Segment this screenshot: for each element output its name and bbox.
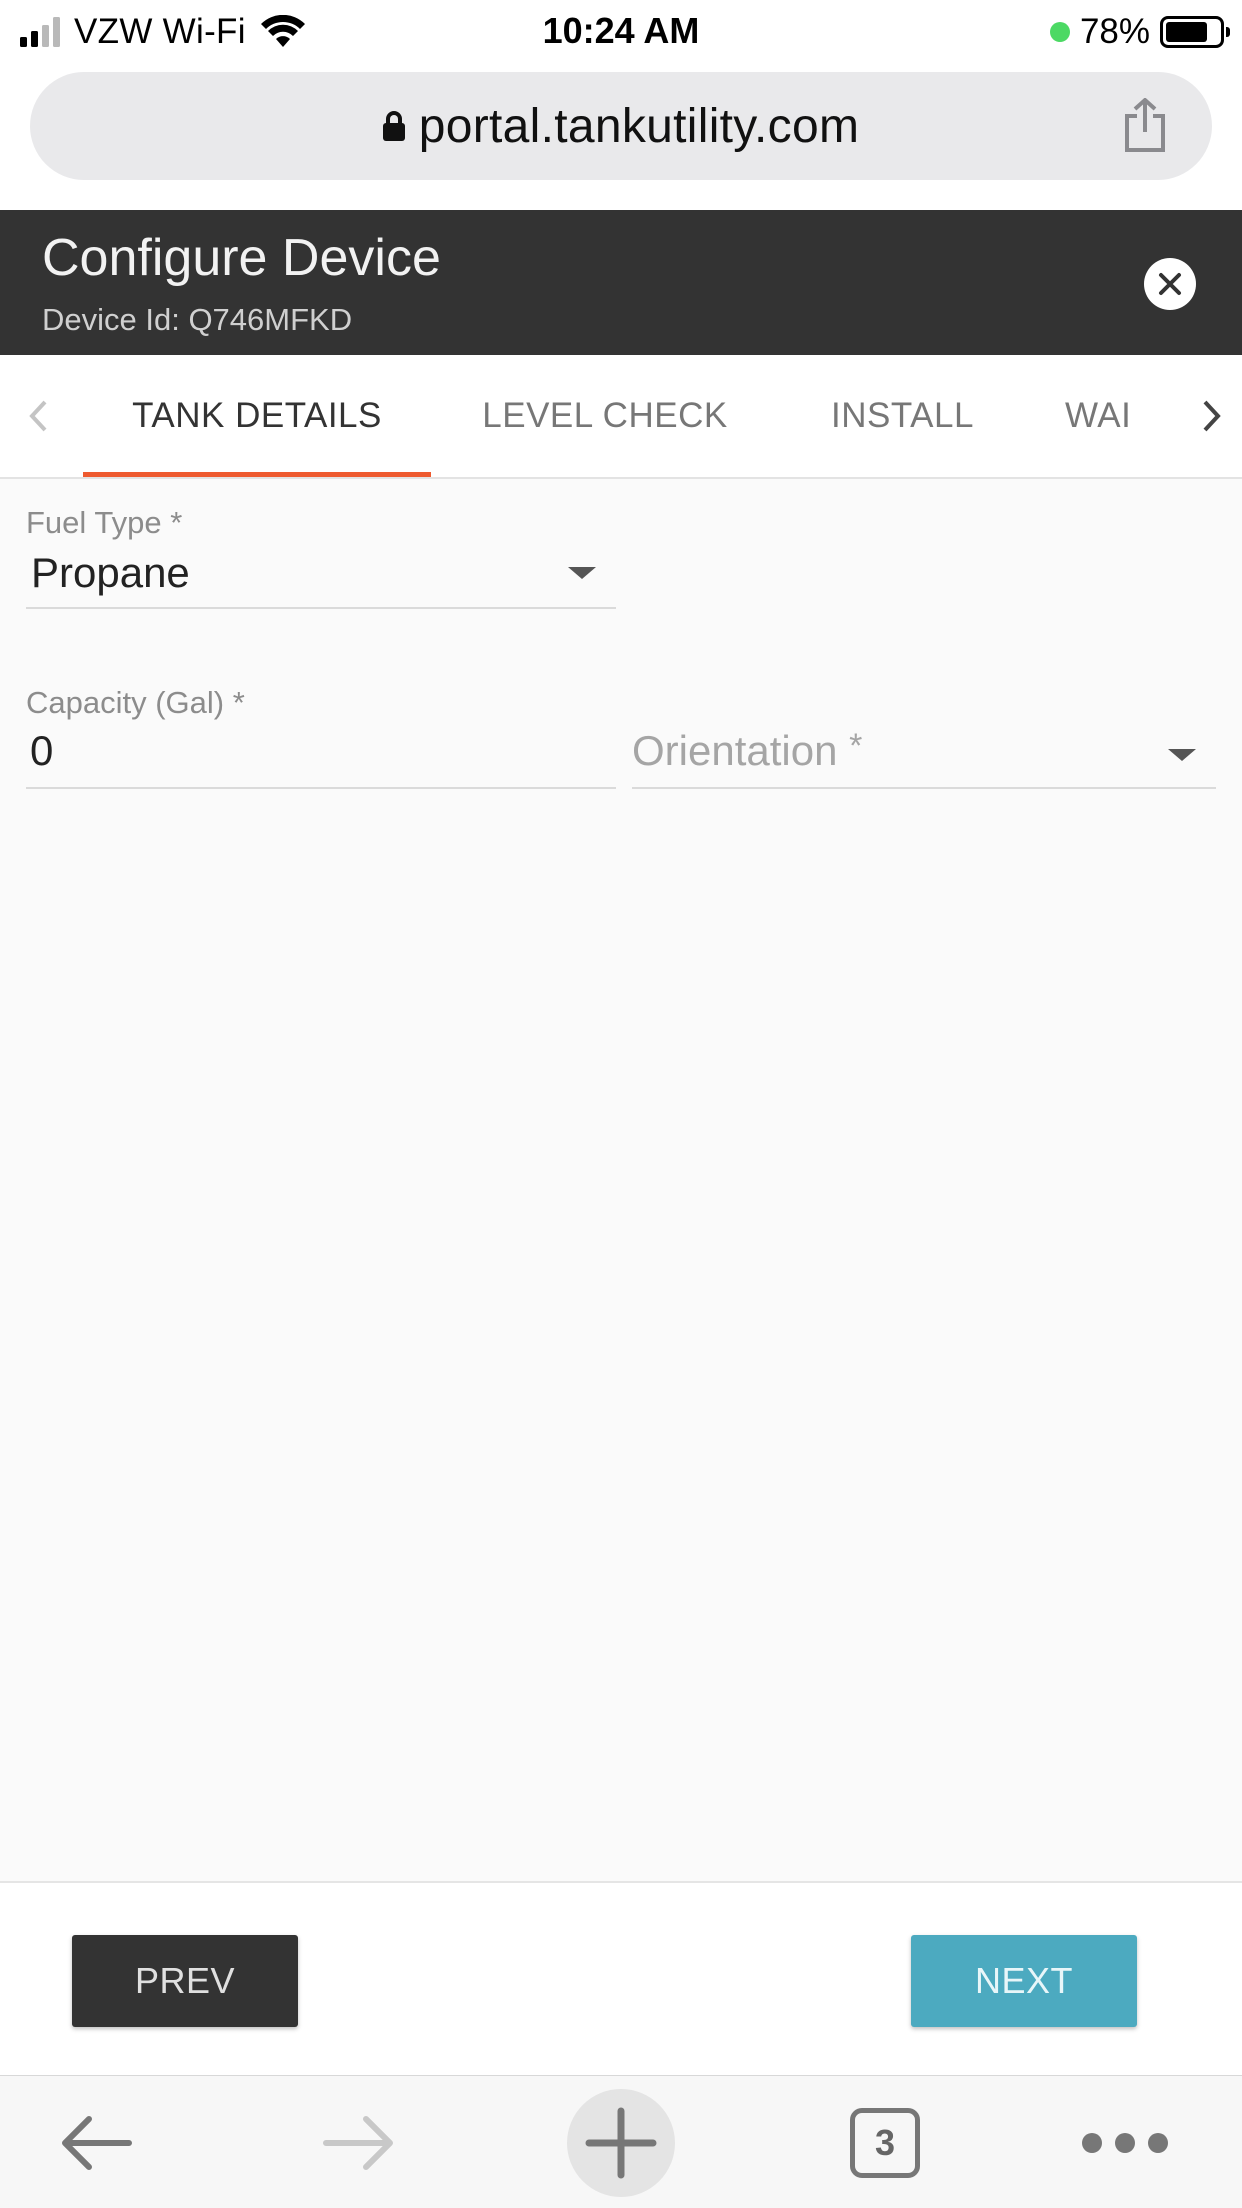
- battery-icon: [1160, 16, 1230, 48]
- prev-button[interactable]: PREV: [72, 1935, 298, 2027]
- active-tab-indicator: [83, 472, 431, 477]
- new-tab-button[interactable]: [566, 2076, 676, 2208]
- capacity-label-text: Capacity (Gal): [26, 685, 225, 720]
- plus-icon: [585, 2107, 657, 2178]
- browser-address-area: portal.tankutility.com: [0, 62, 1242, 210]
- device-id: Device Id: Q746MFKD: [42, 302, 353, 337]
- back-arrow-icon: [62, 2115, 132, 2170]
- battery-percent: 78%: [1079, 12, 1150, 51]
- required-mark: *: [170, 505, 183, 540]
- tank-details-form: Fuel Type * Propane Capacity (Gal) * 0 O…: [0, 479, 1242, 1881]
- chevron-right-icon: [1203, 400, 1221, 432]
- tabs-scroll-right-button[interactable]: [1182, 355, 1242, 477]
- capacity-field[interactable]: Capacity (Gal) * 0: [26, 685, 616, 791]
- location-indicator-icon: [1049, 22, 1070, 42]
- browser-toolbar: 3: [0, 2075, 1242, 2208]
- more-icon: [1082, 2132, 1168, 2153]
- lock-icon: [382, 111, 405, 141]
- page: VZW Wi-Fi 10:24 AM 78% portal.tankutilit…: [0, 0, 1242, 2208]
- tab-install[interactable]: INSTALL: [790, 355, 1015, 477]
- tab-level-check[interactable]: LEVEL CHECK: [460, 355, 750, 477]
- capacity-underline: [26, 787, 616, 789]
- back-button[interactable]: [50, 2076, 140, 2208]
- fuel-type-label: Fuel Type *: [26, 505, 616, 541]
- chevron-left-icon: [29, 400, 47, 432]
- forward-button[interactable]: [315, 2076, 405, 2208]
- status-bar: VZW Wi-Fi 10:24 AM 78%: [0, 0, 1242, 62]
- orientation-underline: [632, 787, 1216, 789]
- fuel-type-select[interactable]: Fuel Type * Propane: [26, 505, 616, 609]
- address-bar[interactable]: portal.tankutility.com: [30, 72, 1212, 180]
- dropdown-arrow-icon: [1168, 749, 1196, 761]
- capacity-input[interactable]: 0: [30, 727, 53, 775]
- fuel-type-value: Propane: [31, 549, 190, 596]
- orientation-placeholder: Orientation *: [632, 727, 862, 775]
- close-icon: [1159, 273, 1181, 295]
- tabs-count-icon: 3: [850, 2107, 920, 2178]
- fuel-type-label-text: Fuel Type: [26, 505, 162, 540]
- orientation-placeholder-text: Orientation: [632, 727, 838, 774]
- capacity-label: Capacity (Gal) *: [26, 685, 616, 721]
- url-text[interactable]: portal.tankutility.com: [419, 99, 860, 154]
- required-mark: *: [849, 727, 863, 765]
- more-button[interactable]: [1080, 2076, 1170, 2208]
- dialog-footer: PREV NEXT: [0, 1881, 1242, 2075]
- required-mark: *: [232, 685, 245, 720]
- tabs-button[interactable]: 3: [840, 2076, 930, 2208]
- step-tabs: TANK DETAILS LEVEL CHECK INSTALL WAI: [0, 355, 1242, 479]
- tab-wait[interactable]: WAI: [1065, 355, 1175, 477]
- dialog-header: Configure Device Device Id: Q746MFKD: [0, 210, 1242, 355]
- share-icon[interactable]: [1122, 98, 1168, 154]
- fuel-type-underline: [26, 607, 616, 609]
- orientation-select[interactable]: Orientation *: [632, 685, 1216, 791]
- dialog-title: Configure Device: [42, 229, 441, 287]
- forward-arrow-icon: [323, 2115, 393, 2170]
- next-button[interactable]: NEXT: [911, 1935, 1137, 2027]
- tabs-scroll-left-button[interactable]: [8, 355, 68, 477]
- dropdown-arrow-icon: [568, 567, 596, 579]
- tab-tank-details[interactable]: TANK DETAILS: [83, 355, 431, 477]
- close-button[interactable]: [1144, 258, 1196, 310]
